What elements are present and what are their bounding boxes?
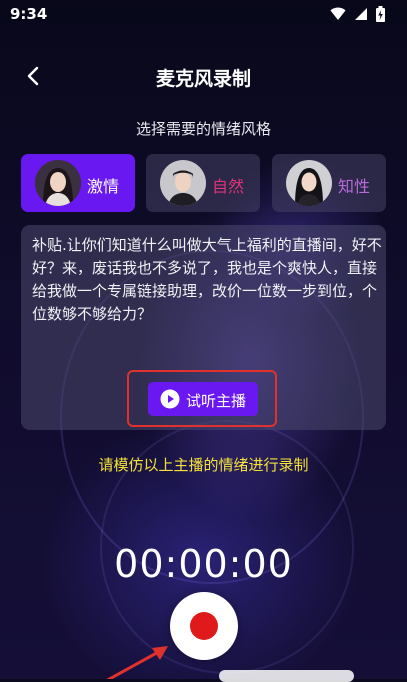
tab-label: 知性 xyxy=(338,177,371,196)
emotion-style-subtitle: 选择需要的情绪风格 xyxy=(135,120,271,138)
script-card: 补贴.让你们知道什么叫做大气上福利的直播间，好不好？来，废话我也不多说了，我也是… xyxy=(21,225,386,430)
script-text: 补贴.让你们知道什么叫做大气上福利的直播间，好不好？来，废话我也不多说了，我也是… xyxy=(32,236,382,323)
avatar xyxy=(35,160,81,206)
emotion-tabs: 激情 自然 知性 xyxy=(21,154,386,212)
tab-natural[interactable]: 自然 xyxy=(146,154,260,212)
recording-hint: 请模仿以上主播的情绪进行录制 xyxy=(98,456,309,474)
play-circle-icon xyxy=(160,389,180,409)
audition-anchor-button[interactable]: 试听主播 xyxy=(148,382,258,416)
red-arrow-annotation xyxy=(106,646,168,679)
record-button[interactable] xyxy=(170,592,238,660)
status-time: 9:34 xyxy=(10,5,48,23)
tab-label: 激情 xyxy=(87,177,120,196)
status-bar: 9:34 xyxy=(0,0,407,30)
tab-intellectual[interactable]: 知性 xyxy=(272,154,386,212)
cellular-signal-icon xyxy=(355,8,367,20)
tab-label: 自然 xyxy=(212,177,245,196)
tab-passion[interactable]: 激情 xyxy=(21,154,135,212)
play-button-label: 试听主播 xyxy=(186,392,247,410)
header: 麦克风录制 xyxy=(0,58,407,94)
home-indicator xyxy=(219,670,354,682)
wifi-icon xyxy=(330,7,346,20)
record-dot-icon xyxy=(190,612,218,640)
avatar xyxy=(286,160,332,206)
recording-timer: 00:00:00 xyxy=(114,542,293,586)
avatar xyxy=(160,160,206,206)
battery-charging-icon xyxy=(376,6,385,22)
highlight-box: 试听主播 xyxy=(127,370,277,427)
page-title: 麦克风录制 xyxy=(155,68,251,90)
